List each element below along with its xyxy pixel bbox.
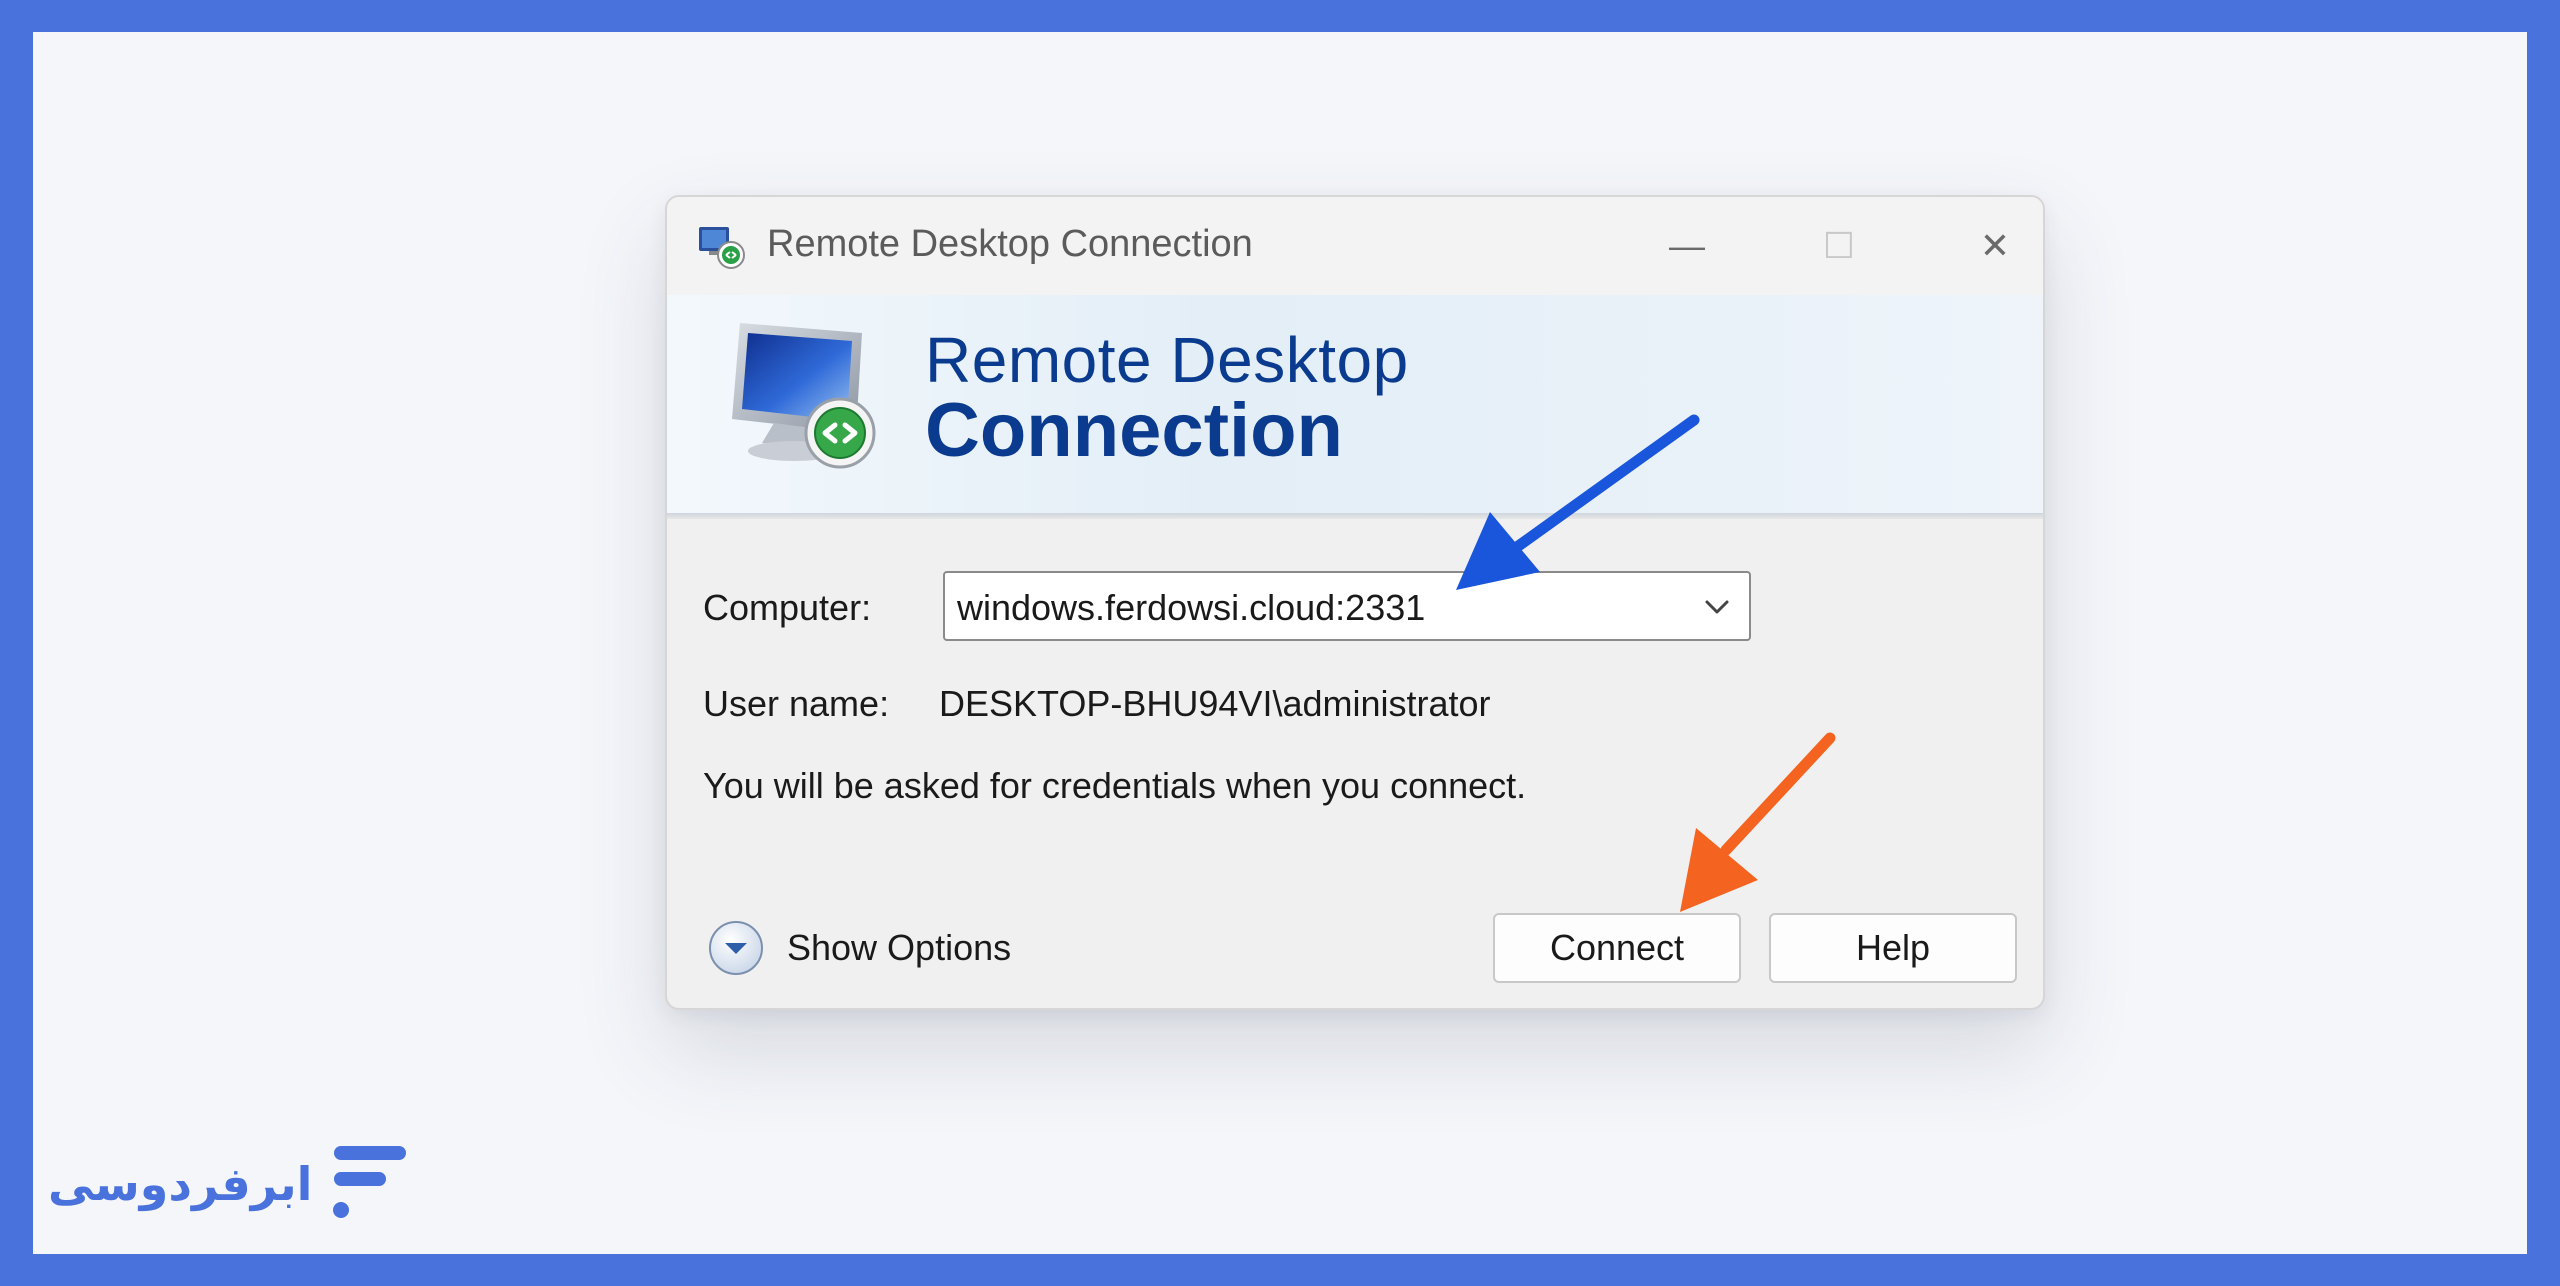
credentials-info-text: You will be asked for credentials when y… [703, 765, 1527, 806]
close-button[interactable]: ✕ [1925, 211, 2043, 281]
close-icon: ✕ [1979, 225, 2011, 266]
minimize-icon: — [1669, 225, 1705, 266]
banner-title-line1: Remote Desktop [925, 324, 1409, 396]
username-label: User name: [703, 683, 890, 724]
title-bar[interactable]: Remote Desktop Connection — ☐ ✕ [667, 197, 2043, 295]
rdc-window: Remote Desktop Connection — ☐ ✕ Remote D… [665, 195, 2045, 1010]
show-options-label: Show Options [787, 927, 1012, 968]
maximize-button[interactable]: ☐ [1769, 211, 1909, 281]
expand-chevron-icon[interactable] [707, 919, 765, 977]
brand-name: ابرفردوسی [48, 1157, 313, 1211]
computer-label: Computer: [703, 587, 872, 628]
remote-desktop-app-icon [699, 227, 745, 269]
minimize-button[interactable]: — [1617, 211, 1757, 281]
brand-logo-block: ابرفردوسی [48, 1146, 410, 1222]
window-title: Remote Desktop Connection [767, 223, 1253, 265]
chevron-down-icon[interactable] [1699, 589, 1735, 625]
header-banner: Remote Desktop Connection [667, 295, 2043, 513]
brand-logo-icon [333, 1146, 407, 1218]
banner-title-line2: Connection [925, 388, 1343, 473]
computer-input[interactable]: windows.ferdowsi.cloud:2331 [957, 587, 1425, 629]
banner-divider [667, 513, 2043, 519]
show-options-toggle[interactable]: Show Options [707, 919, 1011, 977]
username-value: DESKTOP-BHU94VI\administrator [939, 683, 1491, 724]
connect-button[interactable]: Connect [1493, 913, 1741, 983]
remote-desktop-monitor-icon [732, 323, 876, 469]
computer-combobox[interactable]: windows.ferdowsi.cloud:2331 [943, 571, 1751, 641]
help-button[interactable]: Help [1769, 913, 2017, 983]
maximize-icon: ☐ [1822, 225, 1856, 266]
